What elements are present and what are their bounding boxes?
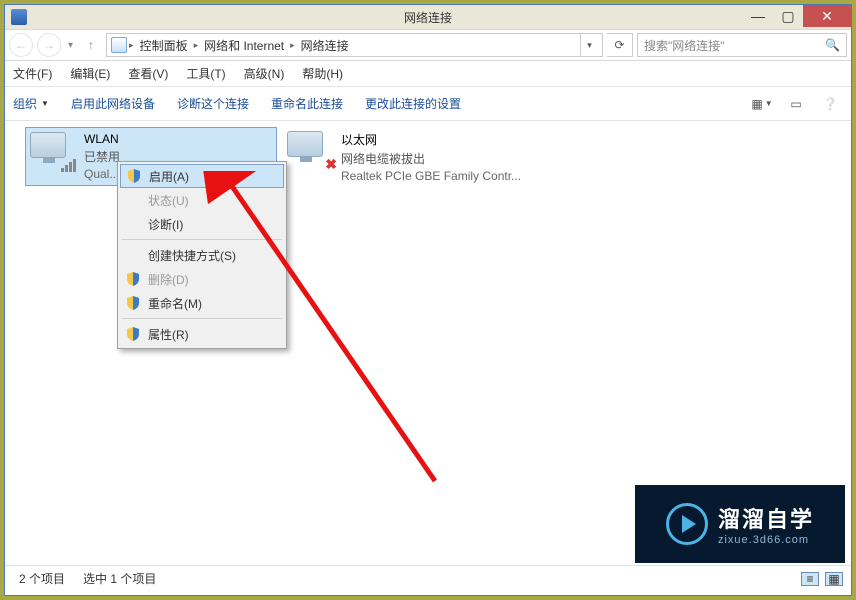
chevron-right-icon: ▸ [129, 40, 134, 51]
menubar: 文件(F) 编辑(E) 查看(V) 工具(T) 高级(N) 帮助(H) [5, 61, 851, 87]
network-item-ethernet[interactable]: ✖ 以太网 网络电缆被拔出 Realtek PCIe GBE Family Co… [283, 127, 543, 187]
ctx-rename[interactable]: 重命名(M) [120, 291, 284, 315]
nav-forward-button[interactable]: → [37, 33, 61, 57]
network-item-text: WLAN 已禁用 Qual... [84, 132, 120, 181]
shield-icon [126, 296, 140, 310]
toolbar-diagnose[interactable]: 诊断这个连接 [177, 95, 249, 112]
status-bar: 2 个项目 选中 1 个项目 ≡ ▦ [5, 565, 851, 591]
ctx-diagnose[interactable]: 诊断(I) [120, 212, 284, 236]
disconnected-x-icon: ✖ [325, 156, 337, 173]
watermark-title: 溜溜自学 [718, 502, 814, 534]
view-large-icons-button[interactable]: ▦ [825, 572, 843, 586]
toolbar-enable-device[interactable]: 启用此网络设备 [71, 95, 155, 112]
maximize-button[interactable]: ▢ [773, 5, 803, 27]
network-title: WLAN [84, 132, 120, 146]
breadcrumb-seg-control-panel[interactable]: 控制面板 [136, 37, 192, 54]
network-item-text: 以太网 网络电缆被拔出 Realtek PCIe GBE Family Cont… [341, 131, 521, 183]
refresh-button[interactable]: ⟳ [607, 33, 633, 57]
shield-icon [126, 327, 140, 341]
status-selected-count: 选中 1 个项目 [83, 570, 156, 587]
network-device: Realtek PCIe GBE Family Contr... [341, 169, 521, 183]
menu-view[interactable]: 查看(V) [128, 65, 168, 82]
status-item-count: 2 个项目 [19, 570, 65, 587]
ctx-status: 状态(U) [120, 188, 284, 212]
menu-separator [122, 318, 282, 319]
toolbar: 组织▼ 启用此网络设备 诊断这个连接 重命名此连接 更改此连接的设置 ▦▼ ▭ … [5, 87, 851, 121]
chevron-right-icon: ▸ [194, 40, 199, 51]
app-icon [11, 9, 27, 25]
breadcrumb[interactable]: ▸ 控制面板 ▸ 网络和 Internet ▸ 网络连接 ▾ [106, 33, 603, 57]
ctx-properties[interactable]: 属性(R) [120, 322, 284, 346]
preview-pane-button[interactable]: ▭ [785, 95, 807, 113]
breadcrumb-seg-network-internet[interactable]: 网络和 Internet [200, 37, 288, 54]
toolbar-change-settings[interactable]: 更改此连接的设置 [365, 95, 461, 112]
menu-separator [122, 239, 282, 240]
shield-icon [126, 272, 140, 286]
menu-edit[interactable]: 编辑(E) [70, 65, 110, 82]
chevron-down-icon: ▼ [41, 99, 49, 108]
context-menu: 启用(A) 状态(U) 诊断(I) 创建快捷方式(S) 删除(D) 重命名(M) [117, 161, 287, 349]
ethernet-icon: ✖ [287, 131, 333, 171]
help-button[interactable]: ❔ [819, 95, 841, 113]
wlan-icon [30, 132, 76, 172]
window-frame: 网络连接 — ▢ ✕ ← → ▾ ↑ ▸ 控制面板 ▸ 网络和 Internet… [4, 4, 852, 596]
menu-advanced[interactable]: 高级(N) [244, 65, 285, 82]
content-area[interactable]: WLAN 已禁用 Qual... ✖ 以太网 网络电缆被拔出 Realtek P… [5, 121, 851, 591]
location-icon [111, 37, 127, 53]
view-options-button[interactable]: ▦▼ [751, 95, 773, 113]
watermark: 溜溜自学 zixue.3d66.com [635, 485, 845, 563]
network-status: 网络电缆被拔出 [341, 150, 521, 167]
network-title: 以太网 [341, 131, 521, 148]
titlebar[interactable]: 网络连接 — ▢ ✕ [5, 5, 851, 29]
menu-file[interactable]: 文件(F) [13, 65, 52, 82]
toolbar-rename[interactable]: 重命名此连接 [271, 95, 343, 112]
close-button[interactable]: ✕ [803, 5, 851, 27]
breadcrumb-dropdown[interactable]: ▾ [580, 33, 598, 57]
nav-history-dropdown[interactable]: ▾ [65, 40, 76, 51]
ctx-create-shortcut[interactable]: 创建快捷方式(S) [120, 243, 284, 267]
nav-back-button[interactable]: ← [9, 33, 33, 57]
breadcrumb-seg-network-connections[interactable]: 网络连接 [297, 37, 353, 54]
chevron-right-icon: ▸ [290, 40, 295, 51]
network-status: 已禁用 [84, 148, 120, 165]
search-input[interactable]: 搜索"网络连接" 🔍 [637, 33, 847, 57]
ctx-enable[interactable]: 启用(A) [120, 164, 284, 188]
window-controls: — ▢ ✕ [743, 5, 851, 27]
network-device: Qual... [84, 167, 120, 181]
view-details-button[interactable]: ≡ [801, 572, 819, 586]
shield-icon [127, 169, 141, 183]
search-icon: 🔍 [825, 38, 840, 52]
ctx-delete: 删除(D) [120, 267, 284, 291]
minimize-button[interactable]: — [743, 5, 773, 27]
watermark-logo-icon [666, 503, 708, 545]
search-placeholder: 搜索"网络连接" [644, 37, 725, 54]
window-title: 网络连接 [404, 9, 452, 26]
menu-tools[interactable]: 工具(T) [186, 65, 225, 82]
menu-help[interactable]: 帮助(H) [302, 65, 343, 82]
toolbar-organize[interactable]: 组织▼ [13, 95, 49, 112]
watermark-url: zixue.3d66.com [718, 534, 814, 546]
nav-up-button[interactable]: ↑ [80, 34, 102, 56]
address-bar: ← → ▾ ↑ ▸ 控制面板 ▸ 网络和 Internet ▸ 网络连接 ▾ ⟳… [5, 29, 851, 61]
